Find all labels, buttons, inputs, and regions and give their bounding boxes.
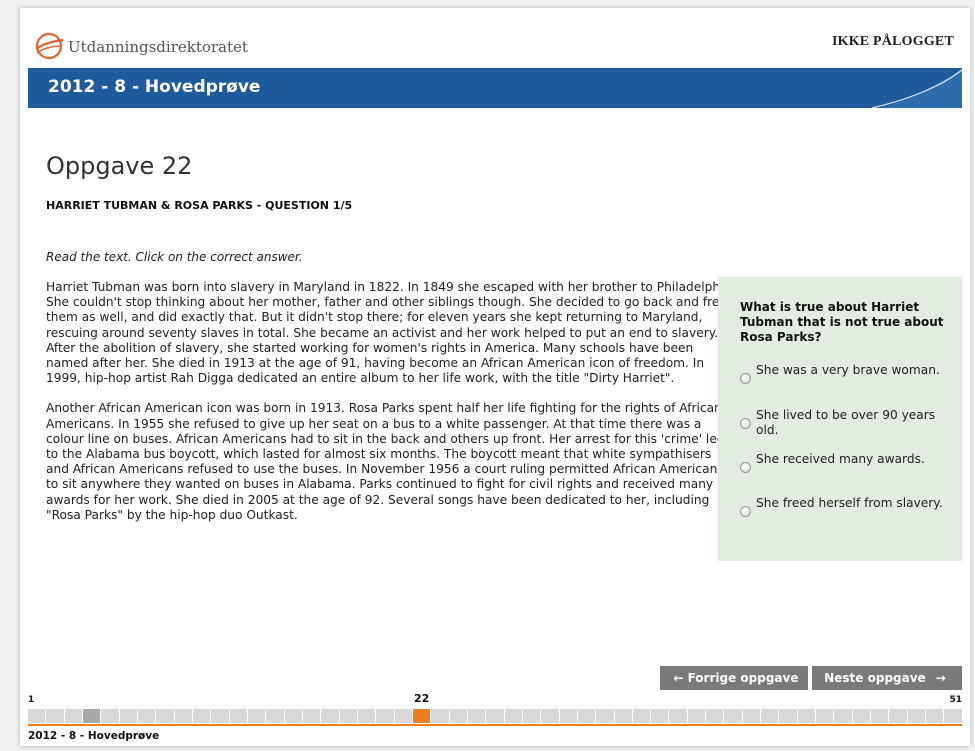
progress-bar: [28, 709, 962, 723]
progress-underline: [28, 724, 962, 726]
radio-button[interactable]: [740, 373, 751, 384]
progress-cell[interactable]: [871, 709, 889, 723]
radio-button[interactable]: [740, 418, 751, 429]
progress-cell[interactable]: [596, 709, 614, 723]
progress-cell[interactable]: [944, 709, 962, 723]
arrow-left-icon: ←: [673, 671, 684, 685]
progress-cell[interactable]: [761, 709, 779, 723]
progress-cell[interactable]: [64, 709, 82, 723]
progress-cell[interactable]: [706, 709, 724, 723]
answer-label: She freed herself from slavery.: [756, 496, 943, 510]
question-text: What is true about Harriet Tubman that i…: [740, 300, 944, 344]
progress-cell[interactable]: [357, 709, 376, 723]
progress-cell[interactable]: [467, 709, 486, 723]
progress-cell[interactable]: [28, 709, 46, 723]
progress-current-number: 22: [414, 692, 430, 705]
progress-cell[interactable]: [724, 709, 742, 723]
progress-cell[interactable]: [926, 709, 944, 723]
previous-task-button[interactable]: ← Forrige oppgave: [660, 666, 808, 690]
progress-cell[interactable]: [852, 709, 871, 723]
progress-first-number: 1: [28, 695, 35, 705]
progress-cell[interactable]: [137, 709, 156, 723]
passage-paragraph: Harriet Tubman was born into slavery in …: [46, 280, 735, 386]
progress-cell[interactable]: [907, 709, 926, 723]
progress-cell[interactable]: [376, 709, 394, 723]
progress-cell[interactable]: [779, 709, 797, 723]
progress-cell[interactable]: [651, 709, 669, 723]
progress-cell[interactable]: [339, 709, 357, 723]
passage-paragraph: Another African American icon was born i…: [46, 401, 725, 522]
answer-option-2[interactable]: She lived to be over 90 years old.: [740, 408, 955, 437]
progress-cell[interactable]: [504, 709, 522, 723]
answer-label: She lived to be over 90 years old.: [756, 408, 936, 437]
login-status[interactable]: IKKE PÅLOGGET: [832, 34, 954, 50]
progress-cell[interactable]: [211, 709, 229, 723]
progress-cell[interactable]: [816, 709, 834, 723]
progress-cell[interactable]: [889, 709, 907, 723]
progress-cell[interactable]: [101, 709, 119, 723]
radio-button[interactable]: [740, 506, 751, 517]
progress-cell[interactable]: [431, 709, 449, 723]
progress-cell[interactable]: [486, 709, 504, 723]
progress-cell[interactable]: [247, 709, 266, 723]
progress-cell[interactable]: [174, 709, 192, 723]
question-box: What is true about Harriet Tubman that i…: [718, 277, 962, 561]
progress-cell[interactable]: [577, 709, 596, 723]
next-task-button[interactable]: Neste oppgave →: [812, 666, 962, 690]
radio-button[interactable]: [740, 462, 751, 473]
arrow-right-icon: →: [935, 671, 946, 685]
progress-cell[interactable]: [119, 709, 137, 723]
previous-task-label: Forrige oppgave: [687, 671, 799, 685]
page: Utdanningsdirektoratet IKKE PÅLOGGET 201…: [20, 8, 970, 746]
next-task-label: Neste oppgave: [824, 671, 926, 685]
progress-cell[interactable]: [266, 709, 284, 723]
progress-cell[interactable]: [687, 709, 706, 723]
progress-cell[interactable]: [742, 709, 761, 723]
banner-swoosh: [871, 68, 962, 108]
progress-cell[interactable]: [156, 709, 174, 723]
progress-cell[interactable]: [449, 709, 467, 723]
task-instruction: Read the text. Click on the correct answ…: [46, 250, 303, 264]
progress-cell-current[interactable]: [412, 709, 431, 723]
progress-cell[interactable]: [229, 709, 247, 723]
progress-last-number: 51: [949, 695, 962, 705]
answer-label: She received many awards.: [756, 452, 925, 466]
progress-cell[interactable]: [797, 709, 816, 723]
answer-option-3[interactable]: She received many awards.: [740, 452, 955, 473]
logo-text: Utdanningsdirektoratet: [68, 38, 248, 56]
progress-cell[interactable]: [394, 709, 412, 723]
progress-cell[interactable]: [834, 709, 852, 723]
progress-cell[interactable]: [302, 709, 321, 723]
progress-cell[interactable]: [82, 709, 101, 723]
progress-cell[interactable]: [541, 709, 559, 723]
progress-cell[interactable]: [192, 709, 211, 723]
progress-cell[interactable]: [46, 709, 64, 723]
progress-cell[interactable]: [284, 709, 302, 723]
footer-label: 2012 - 8 - Hovedprøve: [28, 730, 160, 742]
progress-cell[interactable]: [559, 709, 577, 723]
answer-option-4[interactable]: She freed herself from slavery.: [740, 496, 955, 517]
answer-label: She was a very brave woman.: [756, 363, 940, 377]
task-subtitle: HARRIET TUBMAN & ROSA PARKS - QUESTION 1…: [46, 199, 353, 212]
title-banner: 2012 - 8 - Hovedprøve: [28, 68, 962, 108]
progress-cell[interactable]: [669, 709, 687, 723]
reading-passage: Harriet Tubman was born into slavery in …: [46, 280, 736, 538]
progress-cell[interactable]: [321, 709, 339, 723]
progress-cell[interactable]: [614, 709, 632, 723]
task-title: Oppgave 22: [46, 152, 193, 180]
progress-cell[interactable]: [522, 709, 541, 723]
answer-option-1[interactable]: She was a very brave woman.: [740, 363, 955, 384]
banner-title: 2012 - 8 - Hovedprøve: [48, 77, 261, 97]
header: Utdanningsdirektoratet IKKE PÅLOGGET: [20, 8, 970, 68]
progress-cell[interactable]: [632, 709, 651, 723]
logo-icon: [35, 32, 64, 60]
